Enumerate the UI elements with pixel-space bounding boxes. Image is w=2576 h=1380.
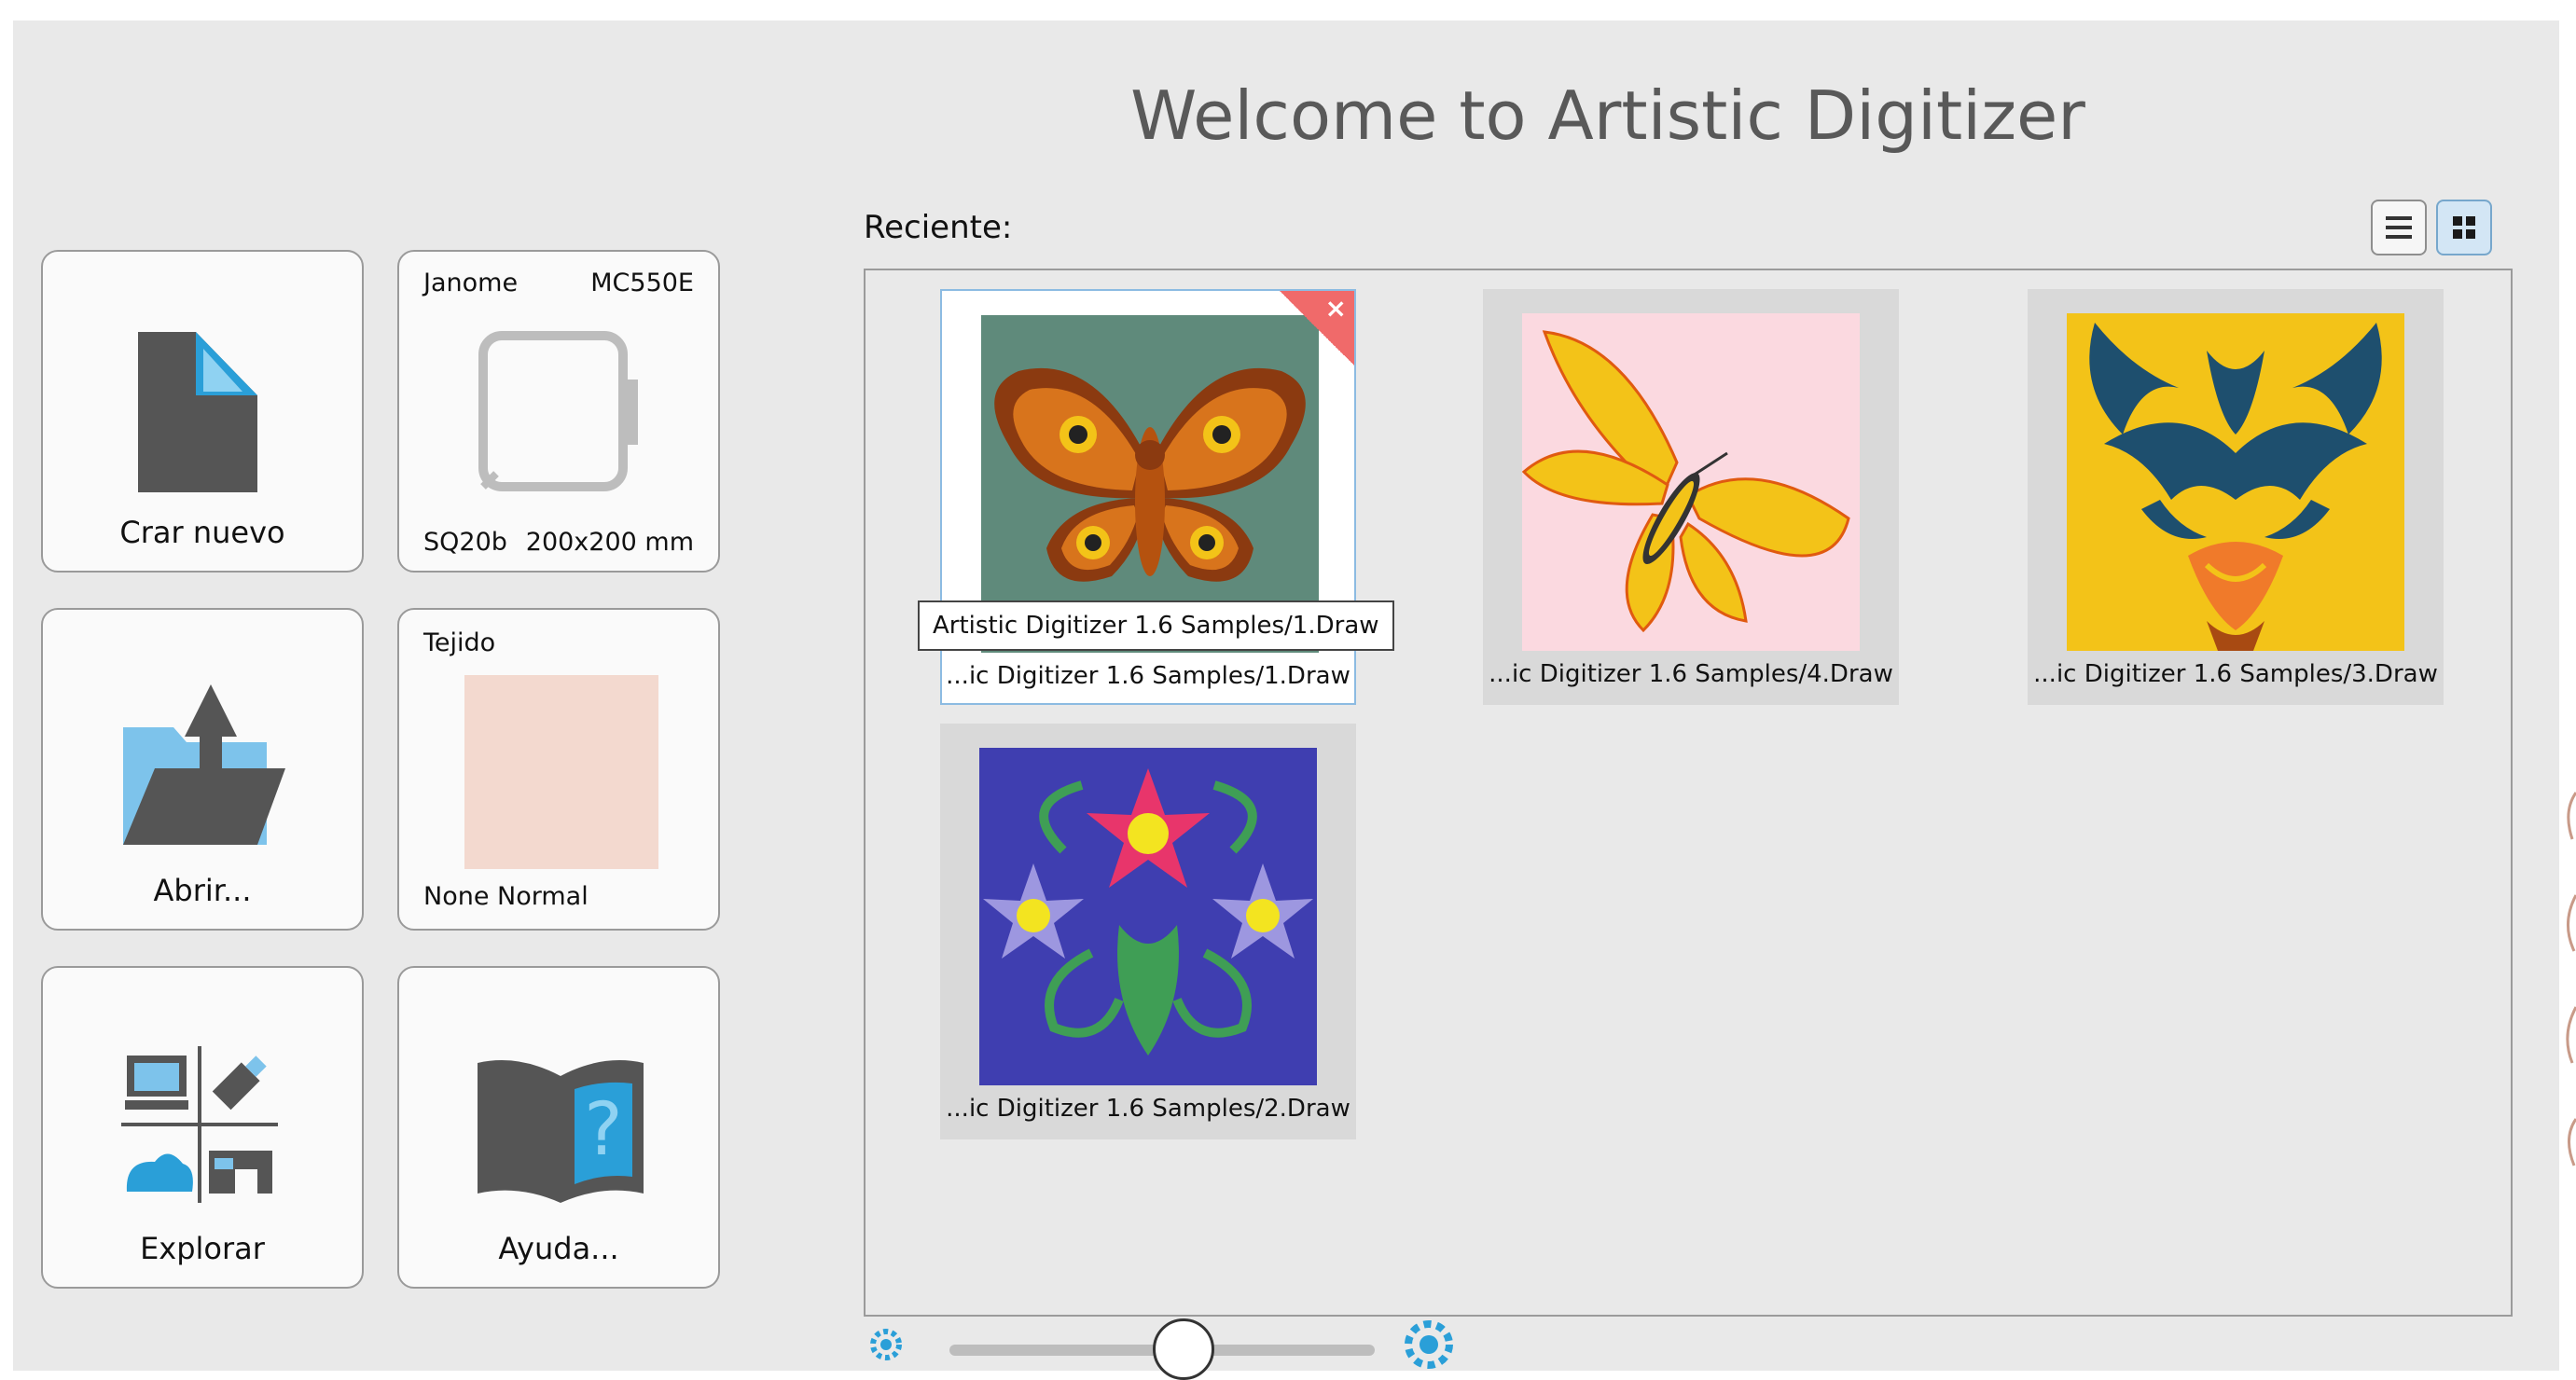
- zoom-out-icon[interactable]: [866, 1324, 907, 1365]
- hoop-icon: [478, 331, 638, 491]
- help-book-icon: ?: [478, 1060, 644, 1203]
- recent-file-caption: ...ic Digitizer 1.6 Samples/3.Draw: [2033, 660, 2438, 688]
- background-decoration: [2566, 792, 2576, 1166]
- zoom-slider-knob[interactable]: [1152, 1318, 1214, 1380]
- help-button[interactable]: ? Ayuda...: [397, 966, 720, 1289]
- remove-recent-button[interactable]: ×: [1280, 291, 1354, 366]
- new-file-icon: [138, 332, 257, 492]
- zoom-in-icon[interactable]: [1399, 1315, 1459, 1374]
- open-button[interactable]: Abrir...: [41, 608, 364, 931]
- svg-text:?: ?: [584, 1088, 622, 1172]
- fabric-swatch: [464, 675, 658, 869]
- hoop-name: SQ20b: [423, 528, 507, 557]
- create-new-button[interactable]: Crar nuevo: [41, 250, 364, 573]
- hoop-size: 200x200 mm: [525, 528, 694, 557]
- recent-file-3[interactable]: ...ic Digitizer 1.6 Samples/3.Draw: [2028, 289, 2444, 705]
- explore-label: Explorar: [140, 1231, 265, 1266]
- fabric-value: None Normal: [423, 882, 589, 911]
- fabric-label: Tejido: [423, 628, 496, 657]
- recent-thumbnail: [2067, 313, 2404, 651]
- open-label: Abrir...: [153, 873, 252, 908]
- close-icon: ×: [1324, 293, 1347, 324]
- recent-file-caption: ...ic Digitizer 1.6 Samples/2.Draw: [946, 1095, 1350, 1123]
- recent-file-2[interactable]: ...ic Digitizer 1.6 Samples/2.Draw: [940, 724, 1356, 1139]
- flowers-icon: [983, 768, 1313, 1056]
- welcome-panel: Welcome to Artistic Digitizer Crar nuevo…: [13, 21, 2559, 1371]
- help-label: Ayuda...: [498, 1231, 619, 1266]
- tiger-icon: [2089, 323, 2382, 651]
- recent-thumbnail: [979, 748, 1317, 1085]
- file-path-tooltip: Artistic Digitizer 1.6 Samples/1.Draw: [918, 600, 1394, 651]
- butterfly-icon: [1522, 330, 1850, 633]
- machine-hoop-card[interactable]: Janome MC550E SQ20b 200x200 mm: [397, 250, 720, 573]
- recent-label: Reciente:: [864, 209, 1013, 246]
- recent-file-4[interactable]: ...ic Digitizer 1.6 Samples/4.Draw: [1483, 289, 1899, 705]
- recent-file-caption: ...ic Digitizer 1.6 Samples/4.Draw: [1489, 660, 1893, 688]
- recent-files-grid: × ...ic Digitizer 1.6 Samples/1.Draw ...…: [864, 269, 2513, 1317]
- explore-button[interactable]: Explorar: [41, 966, 364, 1289]
- page-title: Welcome to Artistic Digitizer: [1130, 76, 2085, 155]
- grid-view-button[interactable]: [2436, 200, 2492, 255]
- create-new-label: Crar nuevo: [119, 515, 285, 550]
- list-view-icon: [2386, 216, 2412, 239]
- open-folder-icon: [123, 684, 285, 845]
- recent-thumbnail: [1522, 313, 1860, 651]
- recent-file-caption: ...ic Digitizer 1.6 Samples/1.Draw: [946, 662, 1350, 690]
- fabric-card[interactable]: Tejido None Normal: [397, 608, 720, 931]
- explore-devices-icon: [121, 1046, 278, 1203]
- grid-view-icon: [2453, 216, 2475, 239]
- machine-brand: Janome: [423, 269, 519, 297]
- machine-model: MC550E: [590, 269, 694, 297]
- list-view-button[interactable]: [2371, 200, 2427, 255]
